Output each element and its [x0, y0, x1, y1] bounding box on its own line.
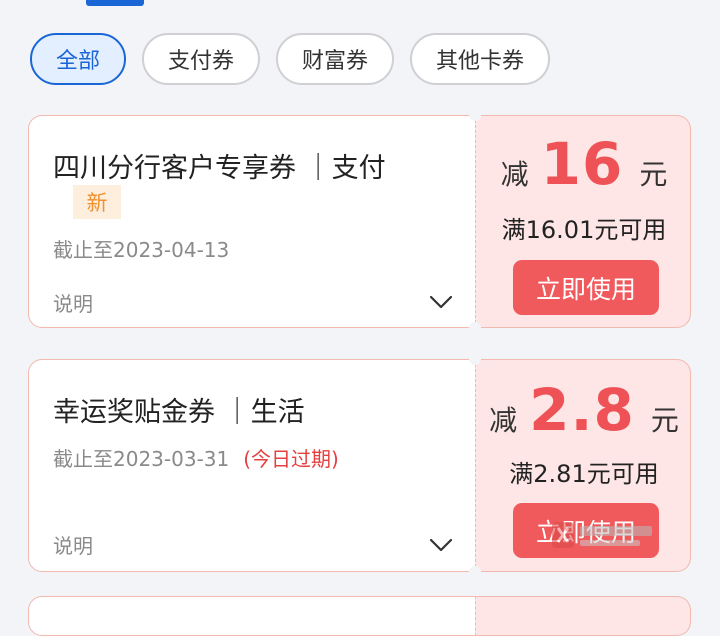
active-tab-indicator: [86, 0, 144, 6]
coupon-amount-panel: [475, 596, 691, 636]
filter-chip-other-cards[interactable]: 其他卡券: [410, 33, 551, 85]
ticket-notch: [469, 353, 481, 365]
coupon-card: 四川分行客户专享券 ｜支付 新 截止至2023-04-13 说明 减 16 元 …: [28, 109, 691, 334]
deadline-text: 截止至2023-04-13: [53, 238, 230, 262]
amount-unit: 元: [639, 158, 668, 191]
coupon-deadline: 截止至2023-04-13: [53, 234, 229, 263]
deadline-text: 截止至2023-03-31: [53, 447, 230, 471]
coupon-amount: 减 16 元: [476, 130, 692, 198]
chevron-down-icon[interactable]: [429, 535, 453, 555]
amount-prefix: 减: [489, 404, 518, 437]
coupon-condition: 满2.81元可用: [509, 460, 659, 488]
coupon-amount: 减 2.8 元: [476, 376, 692, 444]
watermark-logo: [552, 522, 652, 548]
coupon-info-panel: 幸运奖贴金券 ｜生活 截止至2023-03-31 (今日过期) 说明: [28, 359, 475, 572]
amount-value: 16: [540, 130, 624, 198]
coupon-filter-bar: 全部 支付券 财富券 其他卡券: [30, 33, 566, 85]
expiry-warning: (今日过期): [243, 447, 339, 471]
amount-value: 2.8: [529, 376, 635, 444]
coupon-condition: 满16.01元可用: [501, 216, 667, 244]
new-badge: 新: [73, 185, 121, 219]
coupon-deadline: 截止至2023-03-31 (今日过期): [53, 443, 339, 472]
coupon-description-toggle-label[interactable]: 说明: [53, 530, 93, 559]
coupon-title: 幸运奖贴金券 ｜生活: [53, 397, 305, 428]
ticket-notch: [469, 109, 481, 121]
coupon-info-panel: 四川分行客户专享券 ｜支付 新 截止至2023-04-13 说明: [28, 115, 475, 328]
coupon-amount-panel: 减 16 元 满16.01元可用 立即使用: [475, 115, 691, 328]
chevron-down-icon[interactable]: [429, 292, 453, 312]
coupon-info-panel: [28, 596, 475, 636]
filter-chip-payment[interactable]: 支付券: [142, 33, 261, 85]
coupon-card-partial: [28, 596, 691, 636]
use-now-button[interactable]: 立即使用: [513, 260, 659, 315]
coupon-description-toggle-label[interactable]: 说明: [53, 288, 93, 317]
amount-prefix: 减: [500, 158, 529, 191]
filter-chip-wealth[interactable]: 财富券: [276, 33, 395, 85]
coupon-title: 四川分行客户专享券 ｜支付: [53, 153, 386, 184]
filter-chip-all[interactable]: 全部: [30, 33, 127, 85]
ticket-notch: [469, 322, 481, 334]
amount-unit: 元: [650, 404, 679, 437]
ticket-notch: [469, 566, 481, 578]
